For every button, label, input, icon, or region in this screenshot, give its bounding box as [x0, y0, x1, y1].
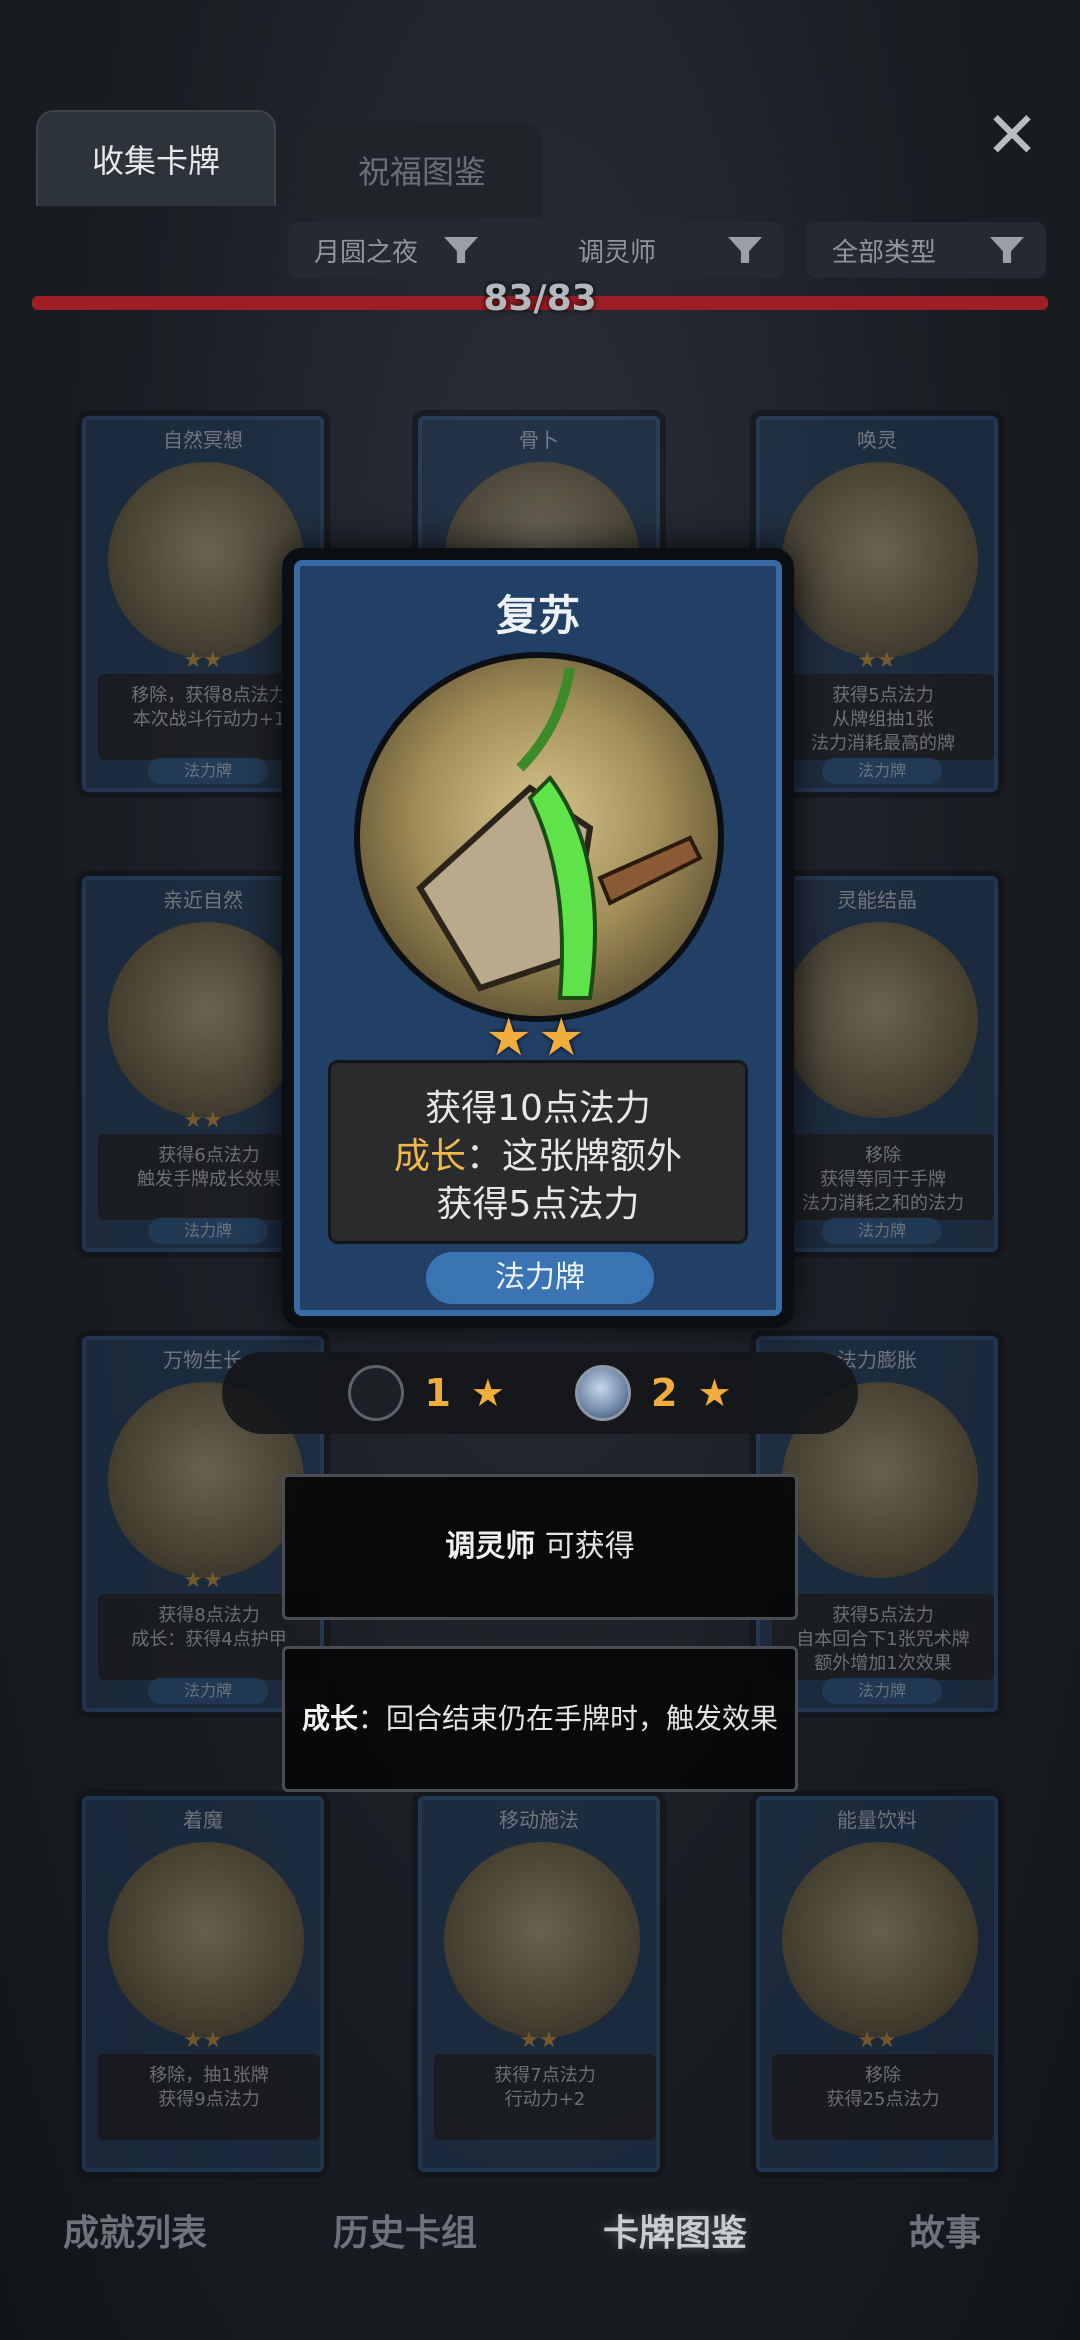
star-icon: ★ — [470, 1371, 505, 1415]
card-type: 法力牌 — [822, 1678, 942, 1704]
keyword-text: ：回合结束仍在手牌时，触发效果 — [358, 1702, 779, 1735]
growth-keyword: 成长 — [393, 1136, 466, 1177]
focused-card-description: 获得10点法力 成长：这张牌额外 获得5点法力 — [328, 1060, 748, 1244]
star-icon: ★ — [697, 1371, 732, 1415]
card-type: 法力牌 — [148, 1678, 268, 1704]
desc-line-1: 获得10点法力 — [425, 1088, 651, 1129]
card-stars: ★★ — [519, 2028, 559, 2053]
card-title: 能量饮料 — [837, 1808, 917, 1832]
tab-collect-cards[interactable]: 收集卡牌 — [36, 110, 276, 206]
card-type: 法力牌 — [822, 1218, 942, 1244]
card-stars: ★★ — [183, 2028, 223, 2053]
card-type: 法力牌 — [148, 758, 268, 784]
nav-story[interactable]: 故事 — [825, 2204, 1065, 2256]
card-art — [108, 922, 304, 1118]
class-name: 调灵师 — [445, 1529, 536, 1564]
desc-line-2-text: ：这张牌额外 — [466, 1136, 683, 1177]
card-description: 获得5点法力 从牌组抽1张 法力消耗最高的牌 — [772, 674, 994, 760]
card-tile[interactable]: 能量饮料 ★★ 移除 获得25点法力 — [750, 1790, 1004, 2178]
nav-achievements[interactable]: 成就列表 — [15, 2204, 255, 2256]
filter-type[interactable]: 全部类型 — [806, 222, 1046, 278]
funnel-icon — [990, 237, 1024, 263]
card-description: 移除，抽1张牌 获得9点法力 — [98, 2054, 320, 2140]
card-description: 获得7点法力 行动力+2 — [434, 2054, 656, 2140]
card-art — [782, 462, 978, 658]
focused-card-art — [354, 652, 724, 1022]
filter-class[interactable]: 调灵师 — [552, 222, 784, 278]
card-art — [108, 462, 304, 658]
card-tile[interactable]: 移动施法 ★★ 获得7点法力 行动力+2 — [412, 1790, 666, 2178]
filter-mode[interactable]: 月圆之夜 — [288, 222, 500, 278]
card-title: 着魔 — [183, 1808, 223, 1832]
funnel-icon — [728, 237, 762, 263]
close-icon[interactable]: ✕ — [980, 104, 1044, 168]
funnel-icon — [444, 237, 478, 263]
focused-card-type: 法力牌 — [426, 1252, 654, 1304]
level-option-2[interactable]: 2 ★ — [575, 1365, 732, 1421]
level-circle-icon — [348, 1365, 405, 1421]
tab-blessing-codex[interactable]: 祝福图鉴 — [302, 122, 542, 218]
level-number: 2 — [651, 1371, 678, 1415]
collection-progress-text: 83/83 — [483, 278, 597, 319]
card-title: 骨卜 — [519, 428, 559, 452]
card-description: 获得5点法力 自本回合下1张咒术牌 额外增加1次效果 — [772, 1594, 994, 1680]
card-art — [782, 922, 978, 1118]
bottom-nav: 成就列表 历史卡组 卡牌图鉴 故事 — [0, 2182, 1080, 2278]
card-type: 法力牌 — [148, 1218, 268, 1244]
filter-mode-label: 月圆之夜 — [314, 237, 419, 268]
card-title: 移动施法 — [499, 1808, 579, 1832]
card-art — [108, 1842, 304, 2038]
filter-class-label: 调灵师 — [578, 237, 657, 268]
card-art — [444, 1842, 640, 2038]
level-option-1[interactable]: 1 ★ — [348, 1365, 505, 1421]
card-art — [782, 1842, 978, 2038]
filter-type-label: 全部类型 — [832, 237, 937, 268]
focused-card-title: 复苏 — [495, 591, 580, 640]
level-circle-selected-icon — [575, 1365, 631, 1421]
card-description: 移除 获得等同于手牌 法力消耗之和的法力 — [772, 1134, 994, 1220]
card-level-selector: 1 ★ 2 ★ — [222, 1352, 858, 1434]
focused-card[interactable]: 复苏 ★★ 获得10点法力 成长：这张牌额外 获得5点法力 法力牌 — [282, 548, 794, 1328]
level-number: 1 — [424, 1371, 451, 1415]
card-title: 唤灵 — [857, 428, 897, 452]
wood-sprout-illustration — [416, 667, 703, 1000]
desc-line-3: 获得5点法力 — [436, 1184, 640, 1225]
keyword-info-box: 成长：回合结束仍在手牌时，触发效果 — [282, 1646, 798, 1792]
nav-history-decks[interactable]: 历史卡组 — [285, 2204, 525, 2256]
obtain-text: 可获得 — [544, 1529, 635, 1564]
obtain-info-box: 调灵师 可获得 — [282, 1474, 798, 1620]
focused-card-stars: ★★ — [485, 1008, 591, 1068]
card-tile[interactable]: 着魔 ★★ 移除，抽1张牌 获得9点法力 — [76, 1790, 330, 2178]
desc-line-2: 成长：这张牌额外 — [331, 1133, 745, 1181]
card-description: 移除 获得25点法力 — [772, 2054, 994, 2140]
keyword-name: 成长 — [301, 1702, 358, 1735]
nav-card-codex[interactable]: 卡牌图鉴 — [555, 2204, 795, 2256]
card-type: 法力牌 — [822, 758, 942, 784]
card-stars: ★★ — [857, 2028, 897, 2053]
card-title: 自然冥想 — [163, 428, 243, 452]
